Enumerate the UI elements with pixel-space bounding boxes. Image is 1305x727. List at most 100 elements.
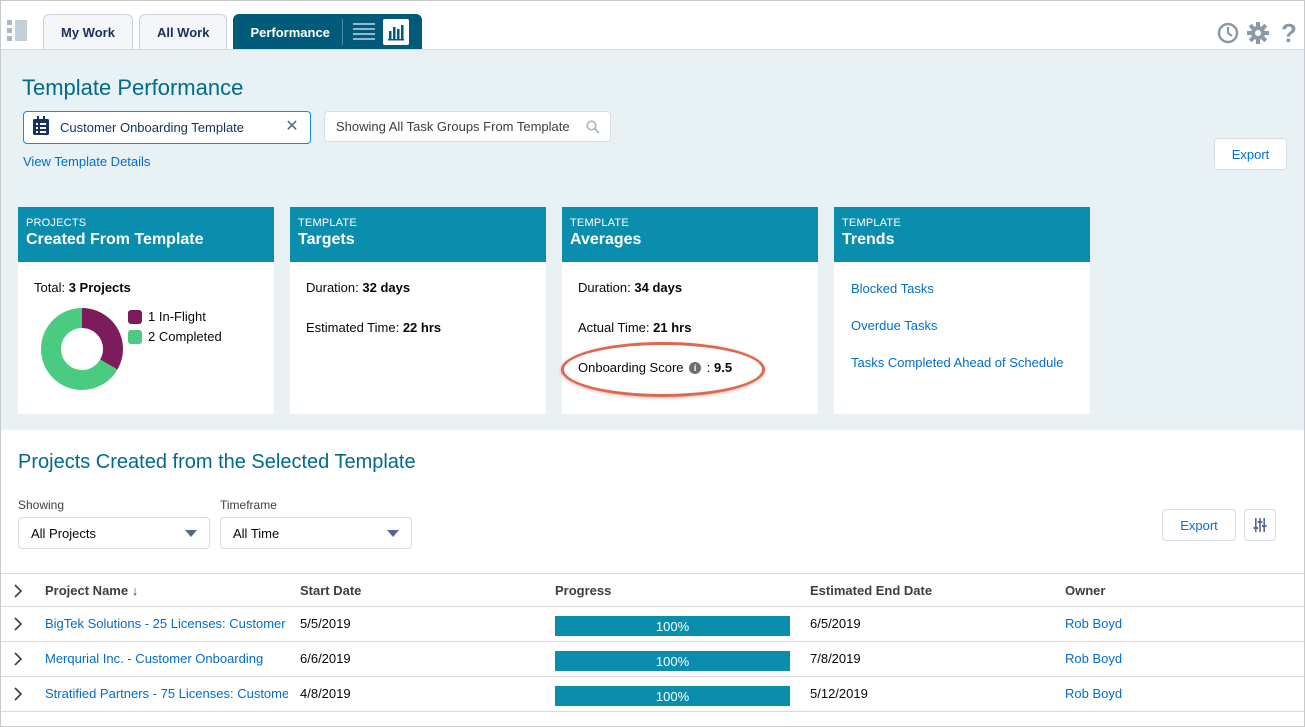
card-kicker: TEMPLATE [842, 217, 901, 229]
progress-fill: 100% [555, 616, 790, 636]
progress-label: 100% [655, 618, 690, 634]
chevron-right-icon[interactable] [13, 652, 25, 666]
owner-link[interactable]: Rob Boyd [1065, 686, 1122, 701]
start-date: 4/8/2019 [300, 686, 351, 701]
estimated-end-date: 6/5/2019 [810, 616, 861, 631]
trends-card: TEMPLATE Trends Blocked Tasks Overdue Ta… [834, 207, 1090, 414]
top-bar: My Work All Work Performance ? [1, 1, 1304, 49]
card-kicker: PROJECTS [26, 217, 87, 229]
search-icon [586, 120, 600, 137]
template-selector-pill[interactable]: Customer Onboarding Template ✕ [23, 111, 311, 144]
page-title: Template Performance [22, 75, 244, 100]
chevron-right-icon[interactable] [13, 687, 25, 701]
score-highlight-ring [561, 342, 765, 397]
column-project-name[interactable]: Project Name ↓ [45, 583, 138, 598]
overdue-tasks-link[interactable]: Overdue Tasks [851, 318, 937, 333]
chevron-right-icon[interactable] [13, 584, 25, 598]
template-pill-label: Customer Onboarding Template [60, 120, 245, 135]
tab-my-work[interactable]: My Work [43, 14, 133, 49]
card-header: PROJECTS Created From Template [18, 207, 274, 262]
close-icon[interactable]: ✕ [284, 119, 300, 135]
tab-performance[interactable]: Performance [233, 14, 422, 49]
tab-divider [341, 19, 343, 45]
column-progress[interactable]: Progress [555, 583, 611, 598]
target-estimated-time: Estimated Time: 22 hrs [306, 320, 441, 335]
card-title: Averages [570, 231, 642, 248]
legend-swatch [128, 329, 142, 344]
settings-sliders-icon[interactable] [1244, 509, 1276, 541]
estimated-end-date: 7/8/2019 [810, 651, 861, 666]
column-estimated-end-date[interactable]: Estimated End Date [810, 583, 932, 598]
column-label: Project Name [45, 583, 129, 598]
showing-label: Showing [18, 498, 65, 512]
progress-bar: 100% [555, 686, 790, 706]
tab-all-work[interactable]: All Work [138, 14, 228, 49]
progress-fill: 100% [555, 651, 790, 671]
duration-label: Duration: [578, 280, 631, 295]
project-name-link[interactable]: BigTek Solutions - 25 Licenses: Customer… [45, 616, 288, 631]
total-projects: Total: 3 Projects [34, 280, 131, 295]
project-name-link[interactable]: Merqurial Inc. - Customer Onboarding [45, 651, 288, 666]
timeframe-label: Timeframe [220, 498, 277, 512]
target-duration: Duration: 32 days [306, 280, 410, 295]
gear-icon[interactable] [1246, 21, 1270, 45]
estimated-time-label: Estimated Time: [306, 320, 400, 335]
tab-label: Performance [250, 24, 330, 40]
app-launcher-icon[interactable] [7, 20, 29, 42]
progress-bar: 100% [555, 616, 790, 636]
progress-label: 100% [655, 688, 690, 704]
average-duration: Duration: 34 days [578, 280, 682, 295]
legend-label: 2 Completed [148, 329, 222, 344]
targets-card: TEMPLATE Targets Duration: 32 days Estim… [290, 207, 546, 414]
card-header: TEMPLATE Averages [562, 207, 818, 262]
column-start-date[interactable]: Start Date [300, 583, 361, 598]
owner-link[interactable]: Rob Boyd [1065, 616, 1122, 631]
projects-card: PROJECTS Created From Template Total: 3 … [18, 207, 274, 414]
start-date: 5/5/2019 [300, 616, 351, 631]
chevron-right-icon[interactable] [13, 617, 25, 631]
tab-label: My Work [61, 24, 115, 40]
progress-label: 100% [655, 653, 690, 669]
legend-completed: 2 Completed [128, 329, 222, 344]
owner-link[interactable]: Rob Boyd [1065, 651, 1122, 666]
app-frame: My Work All Work Performance ? Template … [0, 0, 1305, 727]
help-icon[interactable]: ? [1277, 18, 1301, 48]
task-group-filter[interactable]: Showing All Task Groups From Template [324, 111, 611, 142]
chart-view-icon[interactable] [382, 19, 409, 45]
chevron-down-icon [387, 530, 399, 537]
card-header: TEMPLATE Trends [834, 207, 1090, 262]
sort-arrow-icon: ↓ [131, 583, 139, 598]
showing-value: All Projects [31, 525, 97, 541]
blocked-tasks-link[interactable]: Blocked Tasks [851, 281, 934, 296]
total-label: Total: [34, 280, 66, 295]
projects-section-title: Projects Created from the Selected Templ… [18, 451, 416, 473]
legend-label: 1 In-Flight [148, 309, 206, 324]
tasks-ahead-of-schedule-link[interactable]: Tasks Completed Ahead of Schedule [851, 355, 1063, 370]
showing-select[interactable]: All Projects [18, 517, 210, 549]
tab-bar: My Work All Work Performance [43, 14, 422, 49]
table-row: BigTek Solutions - 25 Licenses: Customer… [1, 607, 1304, 642]
card-title: Targets [298, 231, 355, 248]
actual-time-value: 21 hrs [653, 320, 692, 335]
tab-label: All Work [156, 24, 210, 40]
duration-value: 32 days [362, 280, 411, 295]
export-button[interactable]: Export [1214, 138, 1287, 170]
estimated-end-date: 5/12/2019 [810, 686, 868, 701]
list-view-icon[interactable] [351, 19, 377, 45]
timeframe-select[interactable]: All Time [220, 517, 412, 549]
project-name-link[interactable]: Stratified Partners - 75 Licenses: Custo… [45, 686, 288, 701]
table-header: Project Name ↓ Start Date Progress Estim… [1, 573, 1304, 607]
column-owner[interactable]: Owner [1065, 583, 1105, 598]
chevron-down-icon [185, 530, 197, 537]
legend-in-flight: 1 In-Flight [128, 309, 206, 324]
clock-icon[interactable] [1216, 21, 1240, 45]
estimated-time-value: 22 hrs [402, 320, 442, 335]
project-status-donut [41, 308, 123, 390]
progress-bar: 100% [555, 651, 790, 671]
actual-time-label: Actual Time: [578, 320, 650, 335]
start-date: 6/6/2019 [300, 651, 351, 666]
legend-swatch [128, 309, 142, 324]
view-template-details-link[interactable]: View Template Details [23, 154, 150, 169]
projects-export-button[interactable]: Export [1162, 509, 1236, 541]
table-row: Stratified Partners - 75 Licenses: Custo… [1, 677, 1304, 712]
